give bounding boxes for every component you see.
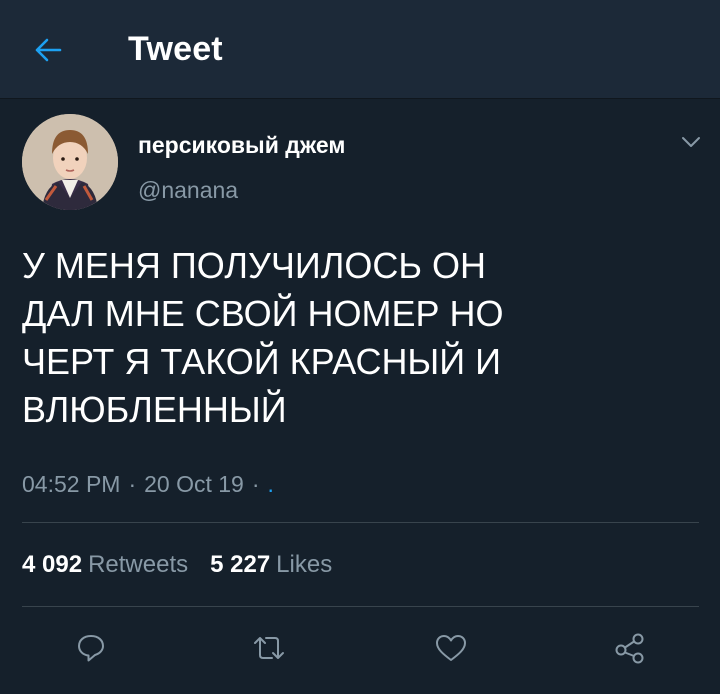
tweet-detail-screen: Tweet персиковый джем @nanana У МЕНЯ ПОЛ… — [0, 0, 720, 694]
retweets-label: Retweets — [88, 551, 189, 578]
tweet-timestamp: 04:52 PM · 20 Oct 19 ·. — [22, 471, 274, 498]
tweet-time: 04:52 PM — [22, 471, 121, 497]
tweet-text: У МЕНЯ ПОЛУЧИЛОСЬ ОН ДАЛ МНЕ СВОЙ НОМЕР … — [22, 245, 504, 430]
divider — [22, 522, 699, 523]
engagement-stats: 4 092 Retweets 5 227 Likes — [22, 551, 332, 579]
share-icon — [615, 633, 644, 664]
avatar[interactable] — [22, 114, 118, 210]
reply-icon — [78, 635, 104, 662]
retweet-button[interactable] — [249, 628, 289, 668]
tweet-date: 20 Oct 19 — [144, 471, 244, 497]
profile-photo — [22, 114, 118, 210]
likes-count: 5 227 — [210, 551, 271, 578]
top-app-bar: Tweet — [0, 0, 720, 99]
retweet-icon — [254, 637, 284, 659]
more-options-button[interactable] — [676, 130, 706, 154]
back-button[interactable] — [24, 28, 72, 72]
reply-button[interactable] — [71, 628, 111, 668]
arrow-left-icon — [35, 38, 62, 62]
share-button[interactable] — [610, 628, 650, 668]
page-title: Tweet — [128, 30, 223, 68]
author-display-name[interactable]: персиковый джем — [138, 132, 345, 159]
separator-dot: · — [251, 471, 260, 497]
divider — [22, 606, 699, 607]
retweets-count: 4 092 — [22, 551, 83, 578]
likes-label: Likes — [276, 551, 333, 578]
like-button[interactable] — [431, 628, 471, 668]
retweets-stat[interactable]: 4 092 Retweets — [22, 551, 188, 578]
author-handle[interactable]: @nanana — [138, 177, 238, 204]
separator-dot: · — [128, 471, 137, 497]
likes-stat[interactable]: 5 227 Likes — [210, 551, 332, 578]
like-icon — [436, 635, 466, 661]
chevron-down-icon — [682, 137, 700, 147]
tweet-source-link[interactable]: . — [268, 471, 274, 497]
